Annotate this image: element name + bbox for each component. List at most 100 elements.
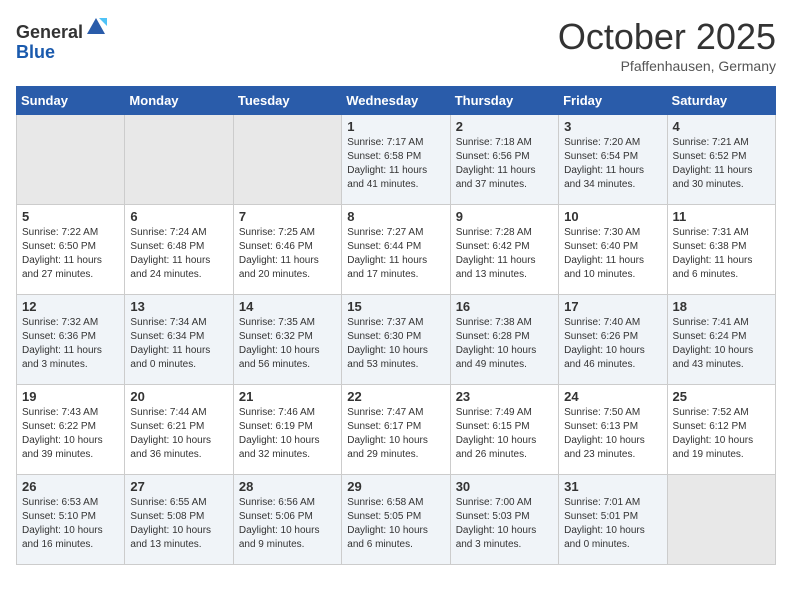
day-number: 28 [239,479,336,494]
calendar-cell: 2Sunrise: 7:18 AMSunset: 6:56 PMDaylight… [450,115,558,205]
weekday-header: Thursday [450,87,558,115]
day-info: Sunrise: 7:31 AMSunset: 6:38 PMDaylight:… [673,226,770,282]
calendar-cell: 4 Sunrise: 7:21 AMSunset: 6:52 PMDaylight… [667,115,775,205]
day-info: Sunrise: 7:17 AMSunset: 6:58 PMDaylight:… [347,136,444,192]
day-number: 29 [347,479,444,494]
weekday-header-row: SundayMondayTuesdayWednesdayThursdayFrid… [17,87,776,115]
day-number: 5 [22,209,119,224]
calendar-cell: 24 Sunrise: 7:50 AMSunset: 6:13 PMDayligh… [559,385,667,475]
day-number: 2 [456,119,553,134]
calendar-cell: 23Sunrise: 7:49 AMSunset: 6:15 PMDayligh… [450,385,558,475]
day-number: 26 [22,479,119,494]
day-info: Sunrise: 7:47 AMSunset: 6:17 PMDaylight:… [347,406,444,462]
day-number: 31 [564,479,661,494]
calendar-cell [667,475,775,565]
day-info: Sunrise: 6:58 AMSunset: 5:05 PMDaylight:… [347,496,444,552]
calendar-cell: 20 Sunrise: 7:44 AMSunset: 6:21 PMDayligh… [125,385,233,475]
calendar-week-row: 26 Sunrise: 6:53 AMSunset: 5:10 PMDayligh… [17,475,776,565]
day-number: 25 [673,389,770,404]
day-info: Sunrise: 7:50 AMSunset: 6:13 PMDaylight:… [564,406,661,462]
weekday-header: Friday [559,87,667,115]
calendar-week-row: 19Sunrise: 7:43 AMSunset: 6:22 PMDayligh… [17,385,776,475]
day-info: Sunrise: 7:32 AMSunset: 6:36 PMDaylight:… [22,316,119,372]
calendar-cell: 11Sunrise: 7:31 AMSunset: 6:38 PMDayligh… [667,205,775,295]
day-info: Sunrise: 7:46 AMSunset: 6:19 PMDaylight:… [239,406,336,462]
day-number: 12 [22,299,119,314]
day-info: Sunrise: 7:30 AMSunset: 6:40 PMDaylight:… [564,226,661,282]
logo-blue-text: Blue [16,42,55,62]
location: Pfaffenhausen, Germany [558,58,776,74]
day-number: 3 [564,119,661,134]
calendar-cell: 28Sunrise: 6:56 AMSunset: 5:06 PMDayligh… [233,475,341,565]
day-number: 24 [564,389,661,404]
day-info: Sunrise: 7:34 AMSunset: 6:34 PMDaylight:… [130,316,227,372]
calendar-cell: 13Sunrise: 7:34 AMSunset: 6:34 PMDayligh… [125,295,233,385]
calendar-cell: 29 Sunrise: 6:58 AMSunset: 5:05 PMDayligh… [342,475,450,565]
day-number: 23 [456,389,553,404]
weekday-header: Saturday [667,87,775,115]
calendar-cell: 3 Sunrise: 7:20 AMSunset: 6:54 PMDaylight… [559,115,667,205]
calendar-cell: 10 Sunrise: 7:30 AMSunset: 6:40 PMDayligh… [559,205,667,295]
page-header: General Blue October 2025 Pfaffenhausen,… [16,16,776,74]
day-number: 19 [22,389,119,404]
calendar-cell: 5 Sunrise: 7:22 AMSunset: 6:50 PMDaylight… [17,205,125,295]
weekday-header: Wednesday [342,87,450,115]
day-number: 6 [130,209,227,224]
calendar-cell: 15Sunrise: 7:37 AMSunset: 6:30 PMDayligh… [342,295,450,385]
calendar-cell: 25 Sunrise: 7:52 AMSunset: 6:12 PMDayligh… [667,385,775,475]
calendar-cell: 31 Sunrise: 7:01 AMSunset: 5:01 PMDayligh… [559,475,667,565]
day-number: 4 [673,119,770,134]
calendar-cell: 16 Sunrise: 7:38 AMSunset: 6:28 PMDayligh… [450,295,558,385]
day-number: 20 [130,389,227,404]
day-info: Sunrise: 7:35 AMSunset: 6:32 PMDaylight:… [239,316,336,372]
weekday-header: Tuesday [233,87,341,115]
day-info: Sunrise: 7:44 AMSunset: 6:21 PMDaylight:… [130,406,227,462]
day-number: 30 [456,479,553,494]
calendar-cell: 7 Sunrise: 7:25 AMSunset: 6:46 PMDaylight… [233,205,341,295]
calendar-cell [17,115,125,205]
day-number: 7 [239,209,336,224]
weekday-header: Sunday [17,87,125,115]
logo: General Blue [16,16,107,63]
calendar-cell: 30 Sunrise: 7:00 AMSunset: 5:03 PMDayligh… [450,475,558,565]
calendar-cell: 18 Sunrise: 7:41 AMSunset: 6:24 PMDayligh… [667,295,775,385]
calendar-week-row: 5 Sunrise: 7:22 AMSunset: 6:50 PMDaylight… [17,205,776,295]
day-info: Sunrise: 7:20 AMSunset: 6:54 PMDaylight:… [564,136,661,192]
day-info: Sunrise: 6:53 AMSunset: 5:10 PMDaylight:… [22,496,119,552]
day-info: Sunrise: 7:38 AMSunset: 6:28 PMDaylight:… [456,316,553,372]
day-number: 14 [239,299,336,314]
day-info: Sunrise: 7:22 AMSunset: 6:50 PMDaylight:… [22,226,119,282]
day-info: Sunrise: 6:55 AMSunset: 5:08 PMDaylight:… [130,496,227,552]
day-number: 15 [347,299,444,314]
calendar-cell: 9Sunrise: 7:28 AMSunset: 6:42 PMDaylight… [450,205,558,295]
day-info: Sunrise: 7:24 AMSunset: 6:48 PMDaylight:… [130,226,227,282]
day-number: 18 [673,299,770,314]
day-info: Sunrise: 7:21 AMSunset: 6:52 PMDaylight:… [673,136,770,192]
logo-icon [85,16,107,38]
calendar-cell [233,115,341,205]
day-info: Sunrise: 7:25 AMSunset: 6:46 PMDaylight:… [239,226,336,282]
day-number: 9 [456,209,553,224]
logo-general-text: General [16,22,83,42]
day-number: 10 [564,209,661,224]
day-info: Sunrise: 7:00 AMSunset: 5:03 PMDaylight:… [456,496,553,552]
day-number: 22 [347,389,444,404]
calendar-cell: 26 Sunrise: 6:53 AMSunset: 5:10 PMDayligh… [17,475,125,565]
title-block: October 2025 Pfaffenhausen, Germany [558,16,776,74]
calendar-table: SundayMondayTuesdayWednesdayThursdayFrid… [16,86,776,565]
day-info: Sunrise: 7:01 AMSunset: 5:01 PMDaylight:… [564,496,661,552]
calendar-cell: 27 Sunrise: 6:55 AMSunset: 5:08 PMDayligh… [125,475,233,565]
calendar-week-row: 1Sunrise: 7:17 AMSunset: 6:58 PMDaylight… [17,115,776,205]
day-info: Sunrise: 7:41 AMSunset: 6:24 PMDaylight:… [673,316,770,372]
day-number: 17 [564,299,661,314]
calendar-cell: 6 Sunrise: 7:24 AMSunset: 6:48 PMDaylight… [125,205,233,295]
calendar-cell [125,115,233,205]
day-number: 8 [347,209,444,224]
day-number: 27 [130,479,227,494]
calendar-cell: 21Sunrise: 7:46 AMSunset: 6:19 PMDayligh… [233,385,341,475]
calendar-week-row: 12 Sunrise: 7:32 AMSunset: 6:36 PMDayligh… [17,295,776,385]
calendar-cell: 19Sunrise: 7:43 AMSunset: 6:22 PMDayligh… [17,385,125,475]
day-number: 16 [456,299,553,314]
day-info: Sunrise: 7:52 AMSunset: 6:12 PMDaylight:… [673,406,770,462]
weekday-header: Monday [125,87,233,115]
